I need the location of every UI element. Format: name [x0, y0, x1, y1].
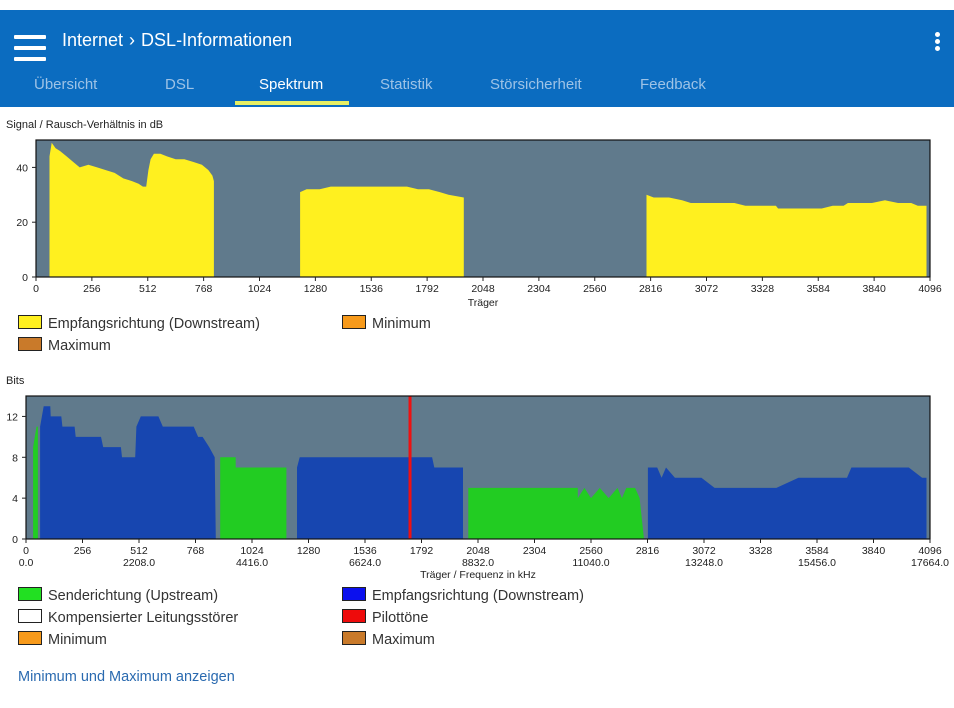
x-tick-label: 3328: [749, 545, 773, 557]
x-tick-label: 4096: [918, 545, 942, 557]
x-tick-label: 2048: [466, 545, 490, 557]
legend-label: Kompensierter Leitungsstörer: [48, 610, 239, 626]
bits-legend-downstream: Empfangsrichtung (Downstream): [342, 587, 584, 604]
x-tick-label: 2304: [523, 545, 547, 557]
x-tick-label: 256: [74, 545, 92, 557]
x-tick-label: 3840: [862, 545, 886, 557]
y-tick-label: 4: [12, 493, 18, 505]
x-freq-tick-label: 4416.0: [236, 557, 268, 569]
bits-legend-upstream: Senderichtung (Upstream): [18, 587, 218, 604]
x-freq-tick-label: 13248.0: [685, 557, 723, 569]
show-min-max-link[interactable]: Minimum und Maximum anzeigen: [18, 669, 235, 685]
x-tick-label: 1536: [353, 545, 377, 557]
x-freq-tick-label: 8832.0: [462, 557, 494, 569]
y-tick-label: 12: [6, 411, 18, 423]
legend-label: Empfangsrichtung (Downstream): [372, 588, 584, 604]
bits-legend-maximum: Maximum: [342, 631, 435, 648]
x-freq-tick-label: 2208.0: [123, 557, 155, 569]
x-tick-label: 3584: [805, 545, 829, 557]
legend-swatch: [18, 609, 42, 623]
legend-swatch: [18, 587, 42, 601]
bits-legend-pilot: Pilottöne: [342, 609, 428, 626]
legend-swatch: [342, 587, 366, 601]
x-freq-tick-label: 15456.0: [798, 557, 836, 569]
legend-label: Minimum: [48, 632, 107, 648]
x-freq-tick-label: 6624.0: [349, 557, 381, 569]
x-axis-label: Träger / Frequenz in kHz: [420, 569, 536, 581]
x-tick-label: 512: [130, 545, 148, 557]
x-tick-label: 3072: [692, 545, 716, 557]
y-tick-label: 0: [12, 534, 18, 546]
x-tick-label: 2816: [636, 545, 660, 557]
x-tick-label: 1024: [240, 545, 264, 557]
x-tick-label: 1792: [410, 545, 434, 557]
bits-legend-compensated: Kompensierter Leitungsstörer: [18, 609, 238, 626]
x-tick-label: 1280: [297, 545, 321, 557]
x-tick-label: 0: [23, 545, 29, 557]
legend-swatch: [342, 631, 366, 645]
legend-label: Pilottöne: [372, 610, 429, 626]
legend-label: Senderichtung (Upstream): [48, 588, 219, 604]
x-freq-tick-label: 0.0: [19, 557, 34, 569]
x-tick-label: 2560: [579, 545, 603, 557]
legend-swatch: [18, 631, 42, 645]
bits-legend-minimum: Minimum: [18, 631, 107, 648]
legend-swatch: [342, 609, 366, 623]
x-freq-tick-label: 11040.0: [572, 557, 609, 569]
x-tick-label: 768: [187, 545, 205, 557]
x-freq-tick-label: 17664.0: [911, 557, 949, 569]
legend-label: Maximum: [372, 632, 435, 648]
y-tick-label: 8: [12, 452, 18, 464]
